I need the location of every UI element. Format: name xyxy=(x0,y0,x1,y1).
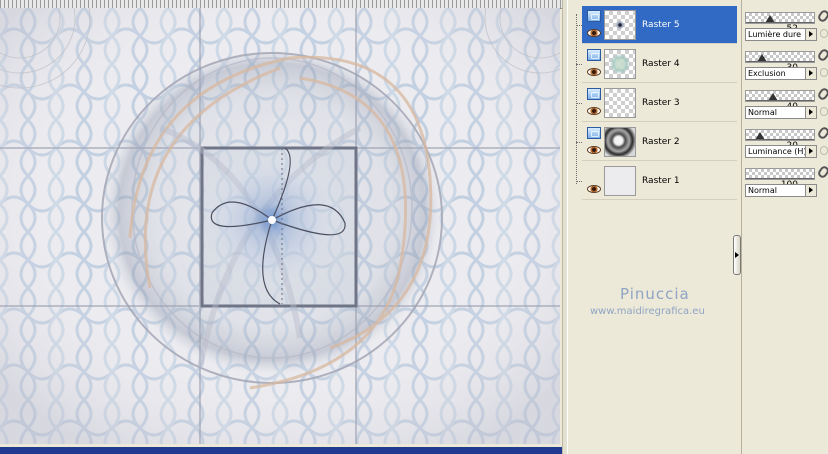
blend-mode-label: Lumière dure xyxy=(748,30,802,39)
dropdown-arrow-icon[interactable] xyxy=(805,107,816,118)
eye-icon[interactable] xyxy=(587,146,601,154)
layer-row-raster-2[interactable]: Raster 2 xyxy=(576,123,737,161)
artwork xyxy=(0,8,560,444)
layers-palette: Raster 5 Raster 4 Raster 3 Raster 2 Rast… xyxy=(568,0,737,454)
link-icon[interactable] xyxy=(816,47,828,63)
lock-icon[interactable] xyxy=(820,68,828,77)
opacity-slider[interactable]: 100 xyxy=(745,168,815,190)
tree-line xyxy=(576,14,577,184)
raster-layer-icon xyxy=(587,10,601,22)
link-icon[interactable] xyxy=(816,164,828,180)
slider-thumb[interactable] xyxy=(764,15,775,23)
layer-row-raster-4[interactable]: Raster 4 xyxy=(576,45,737,83)
opacity-slider[interactable]: 52 xyxy=(745,12,815,34)
blend-mode-label: Luminance (H) xyxy=(748,147,807,156)
eye-icon[interactable] xyxy=(587,29,601,37)
blend-mode-select[interactable]: Normal xyxy=(745,184,817,197)
layer-row-raster-3[interactable]: Raster 3 xyxy=(576,84,737,122)
watermark-name: Pinuccia xyxy=(620,285,690,303)
layer-thumbnail xyxy=(604,88,636,118)
layer-props-raster-3: 40 Normal xyxy=(743,80,828,120)
raster-layer-icon xyxy=(587,49,601,61)
layer-properties-column: 52 Lumière dure 30 Exclusion 40 Normal xyxy=(741,0,828,454)
taskbar-strip xyxy=(0,447,562,454)
slider-thumb[interactable] xyxy=(754,132,765,140)
layer-thumbnail xyxy=(604,127,636,157)
blend-mode-select[interactable]: Exclusion xyxy=(745,67,817,80)
link-icon[interactable] xyxy=(816,8,828,24)
canvas-area[interactable] xyxy=(0,0,562,454)
blend-mode-label: Exclusion xyxy=(748,69,786,78)
layer-props-raster-5: 52 Lumière dure xyxy=(743,2,828,42)
raster-layer-icon xyxy=(587,127,601,139)
raster-layer-icon xyxy=(587,88,601,100)
eye-icon[interactable] xyxy=(587,185,601,193)
slider-thumb[interactable] xyxy=(757,54,768,62)
lock-icon[interactable] xyxy=(820,146,828,155)
opacity-slider[interactable]: 20 xyxy=(745,129,815,151)
layer-name: Raster 3 xyxy=(642,98,680,108)
layer-name: Raster 5 xyxy=(642,20,680,30)
blend-mode-select[interactable]: Lumière dure xyxy=(745,28,817,41)
dropdown-arrow-icon[interactable] xyxy=(805,185,816,196)
opacity-slider[interactable]: 30 xyxy=(745,51,815,73)
dropdown-arrow-icon[interactable] xyxy=(805,29,816,40)
watermark-url: www.maidiregrafica.eu xyxy=(590,306,705,317)
layer-thumbnail xyxy=(604,166,636,196)
opacity-slider[interactable]: 40 xyxy=(745,90,815,112)
link-icon[interactable] xyxy=(816,125,828,141)
blend-mode-label: Normal xyxy=(748,186,777,195)
slider-thumb[interactable] xyxy=(768,93,779,101)
link-icon[interactable] xyxy=(816,86,828,102)
layer-row-raster-1[interactable]: Raster 1 xyxy=(576,162,737,200)
layer-props-raster-1: 100 Normal xyxy=(743,158,828,198)
canvas-image[interactable] xyxy=(0,8,560,444)
layer-props-raster-2: 20 Luminance (H) xyxy=(743,119,828,159)
dropdown-arrow-icon[interactable] xyxy=(805,146,816,157)
dropdown-arrow-icon[interactable] xyxy=(805,68,816,79)
layer-name: Raster 2 xyxy=(642,137,680,147)
lock-icon[interactable] xyxy=(820,29,828,38)
blend-mode-label: Normal xyxy=(748,108,777,117)
layer-name: Raster 1 xyxy=(642,176,680,186)
eye-icon[interactable] xyxy=(587,107,601,115)
layer-name: Raster 4 xyxy=(642,59,680,69)
layer-thumbnail xyxy=(604,49,636,79)
layer-row-raster-5[interactable]: Raster 5 xyxy=(576,6,737,44)
chevron-right-icon[interactable] xyxy=(733,235,741,275)
layer-thumbnail xyxy=(604,10,636,40)
blend-mode-select[interactable]: Luminance (H) xyxy=(745,145,817,158)
layer-props-raster-4: 30 Exclusion xyxy=(743,41,828,81)
eye-icon[interactable] xyxy=(587,68,601,76)
lock-icon[interactable] xyxy=(820,107,828,116)
blend-mode-select[interactable]: Normal xyxy=(745,106,817,119)
